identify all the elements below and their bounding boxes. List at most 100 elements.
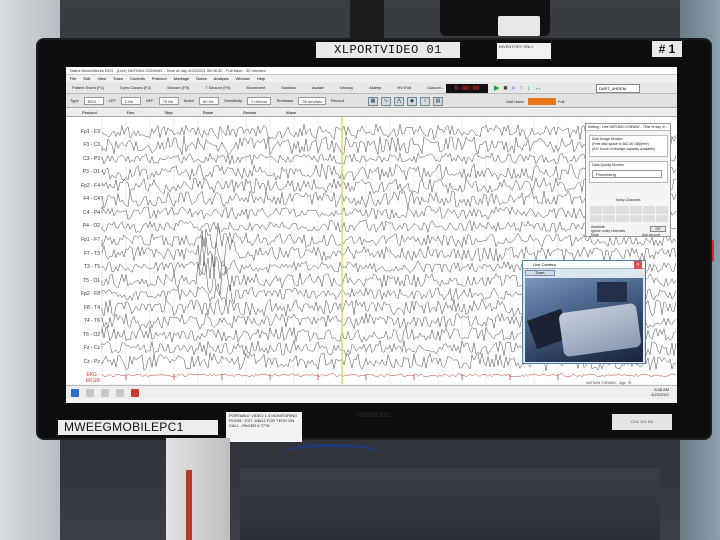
spike-icon[interactable]: ⋀ [394, 96, 404, 106]
annotation-tab-fine[interactable]: Fine [127, 109, 135, 116]
noisy-channel-cell [642, 214, 655, 222]
lamp-icon[interactable]: ○ [420, 96, 430, 106]
noisy-channel-cell [642, 206, 655, 214]
hff-select[interactable]: 70 Hz [158, 96, 179, 105]
record-clock: 0:00:00 [446, 84, 488, 93]
lff-label: LFF [108, 98, 116, 103]
event-button-6[interactable]: Awake [310, 84, 326, 91]
channel-label: Fz - Cz [83, 345, 100, 352]
menu-item-view[interactable]: View [97, 75, 106, 82]
event-button-8[interactable]: Asleep [367, 84, 383, 91]
noisy-channel-cell [655, 214, 668, 222]
monitor-number-tag: # 1 [652, 41, 682, 57]
noisy-channel-cell [629, 214, 642, 222]
noisy-channel-cell [590, 214, 603, 222]
menu-item-montage[interactable]: Montage [174, 75, 190, 82]
notch-label: Notch [183, 98, 195, 103]
pc-label: MWEEGMOBILEPC1 [58, 420, 218, 435]
channel-label: Fp1 - F7 [81, 236, 100, 243]
data-quality-select[interactable]: Processing [592, 170, 662, 178]
photo-scene: XLPORTVIDEO 01 INVENTORY ONLY # 1 Natus … [0, 0, 720, 540]
task-view-icon[interactable] [101, 388, 109, 397]
windows-start-icon[interactable] [71, 388, 79, 397]
channel-labels: Fp1 - F3 F3 - C3 C3 - P3 P3 - O1 Fp2 - F4 F4 … [66, 117, 100, 384]
montage-icon[interactable]: ▦ [368, 96, 378, 106]
event-toolbar: Patient Event (F1) Eyes Closed (F2) Seizur… [66, 82, 677, 94]
event-button-2[interactable]: Seizure (F5) [165, 84, 191, 91]
channel-label: T4 - T6 [83, 318, 100, 325]
menu-item-trace[interactable]: Trace [113, 75, 123, 82]
event-button-1[interactable]: Eyes Closed (F2) [118, 84, 153, 91]
type-select[interactable]: EEG [83, 96, 104, 105]
monitor-brand: VIEWSONIC [356, 413, 392, 419]
video-window-title: Live Camera [533, 262, 556, 267]
timebase-select[interactable]: 30 mm/sec [298, 96, 327, 105]
noisy-channel-cell [616, 214, 629, 222]
channel-label: T5 - O1 [83, 277, 100, 284]
lff-select[interactable]: 1 Hz [120, 96, 141, 105]
annotation-tab-paste[interactable]: Paste [203, 109, 213, 116]
annotation-tab-protocol[interactable]: Protocol [82, 109, 97, 116]
channel-label: Fp2 - F8 [81, 291, 100, 298]
event-button-3[interactable]: 7 Seizure (F5) [203, 84, 232, 91]
explorer-icon[interactable] [116, 388, 124, 397]
ok-button[interactable]: OK [650, 226, 666, 232]
event-button-4[interactable]: Movement [245, 84, 268, 91]
waveform-icon[interactable]: ∿ [381, 96, 391, 106]
channel-label: Fp2 - F4 [81, 182, 100, 189]
arrow-up-icon[interactable]: ↑ [520, 84, 524, 93]
cart [240, 468, 660, 540]
play-icon[interactable]: ▶ [494, 84, 499, 93]
noisy-channel-cell [603, 214, 616, 222]
annotation-tab-step[interactable]: Step [164, 109, 172, 116]
playback-controls: ▶ ■ ⌕ ↑ ↓ ↔ [494, 84, 542, 93]
event-button-5[interactable]: Swallow [279, 84, 298, 91]
channel-label: F3 - C3 [83, 142, 100, 149]
video-window-header: Live Camera × [523, 261, 645, 269]
patient-dropdown[interactable]: DART_4HDEM [596, 84, 640, 93]
search-taskbar-icon[interactable] [86, 388, 94, 397]
menu-item-notes[interactable]: Notes [196, 75, 206, 82]
video-zoom-button[interactable]: Zoom [525, 270, 555, 276]
menu-item-controls[interactable]: Controls [130, 75, 145, 82]
annotation-tab-review[interactable]: Review [243, 109, 256, 116]
disk-usage-text-2: (921 hours of storage capacity available… [592, 147, 656, 151]
menu-item-analysis[interactable]: Analysis [214, 75, 229, 82]
menu-item-help[interactable]: Help [257, 75, 265, 82]
neuroworks-app-icon[interactable] [131, 388, 139, 397]
event-button-10[interactable]: Custom... [425, 84, 446, 91]
data-quality-title: Data Quality Monitor [592, 163, 624, 167]
stop-icon[interactable]: ■ [503, 84, 507, 93]
unit-used-meter [528, 98, 556, 105]
sensitivity-select[interactable]: 7 uV/mm [247, 96, 272, 105]
notch-select[interactable]: 60 Hz [199, 96, 220, 105]
hff-label: HFF [145, 98, 154, 103]
event-button-9[interactable]: HV End [395, 84, 413, 91]
ack-button[interactable]: Ack second [642, 233, 660, 237]
menu-item-file[interactable]: File [70, 75, 76, 82]
menu-item-window[interactable]: Window [236, 75, 250, 82]
menu-item-protocol[interactable]: Protocol [152, 75, 167, 82]
arrow-left-right-icon[interactable]: ↔ [535, 84, 542, 93]
event-button-0[interactable]: Patient Event (F1) [70, 84, 106, 91]
unit-used-suffix: Full [558, 99, 565, 104]
noisy-channel-cell [629, 206, 642, 214]
channel-label: P3 - O1 [82, 169, 100, 176]
menu-item-edit[interactable]: Edit [83, 75, 90, 82]
inventory-tag: INVENTORY ONLY [497, 43, 551, 59]
menubar: File Edit View Trace Controls Protocol Montage… [66, 75, 677, 82]
monitor-top-label: XLPORTVIDEO 01 [316, 42, 460, 58]
disk-usage-box: Disk Usage Monitor (Free disk space is 3… [589, 135, 668, 157]
event-button-7[interactable]: Drowsy [338, 84, 355, 91]
annotation-tab-wave[interactable]: Wave [286, 109, 296, 116]
feed-bed [558, 302, 642, 358]
channel-label: Cz - Pz [83, 358, 100, 365]
search-icon[interactable]: ⌕ [512, 84, 516, 93]
arrow-down-icon[interactable]: ↓ [527, 84, 531, 93]
noisy-channels-grid [590, 206, 668, 222]
marker-icon[interactable]: ◆ [407, 96, 417, 106]
noisy-channel-cell [655, 206, 668, 214]
close-icon[interactable]: × [634, 261, 642, 269]
chart-icon[interactable]: ▤ [433, 96, 443, 106]
mute-option[interactable]: Mute [591, 233, 599, 237]
